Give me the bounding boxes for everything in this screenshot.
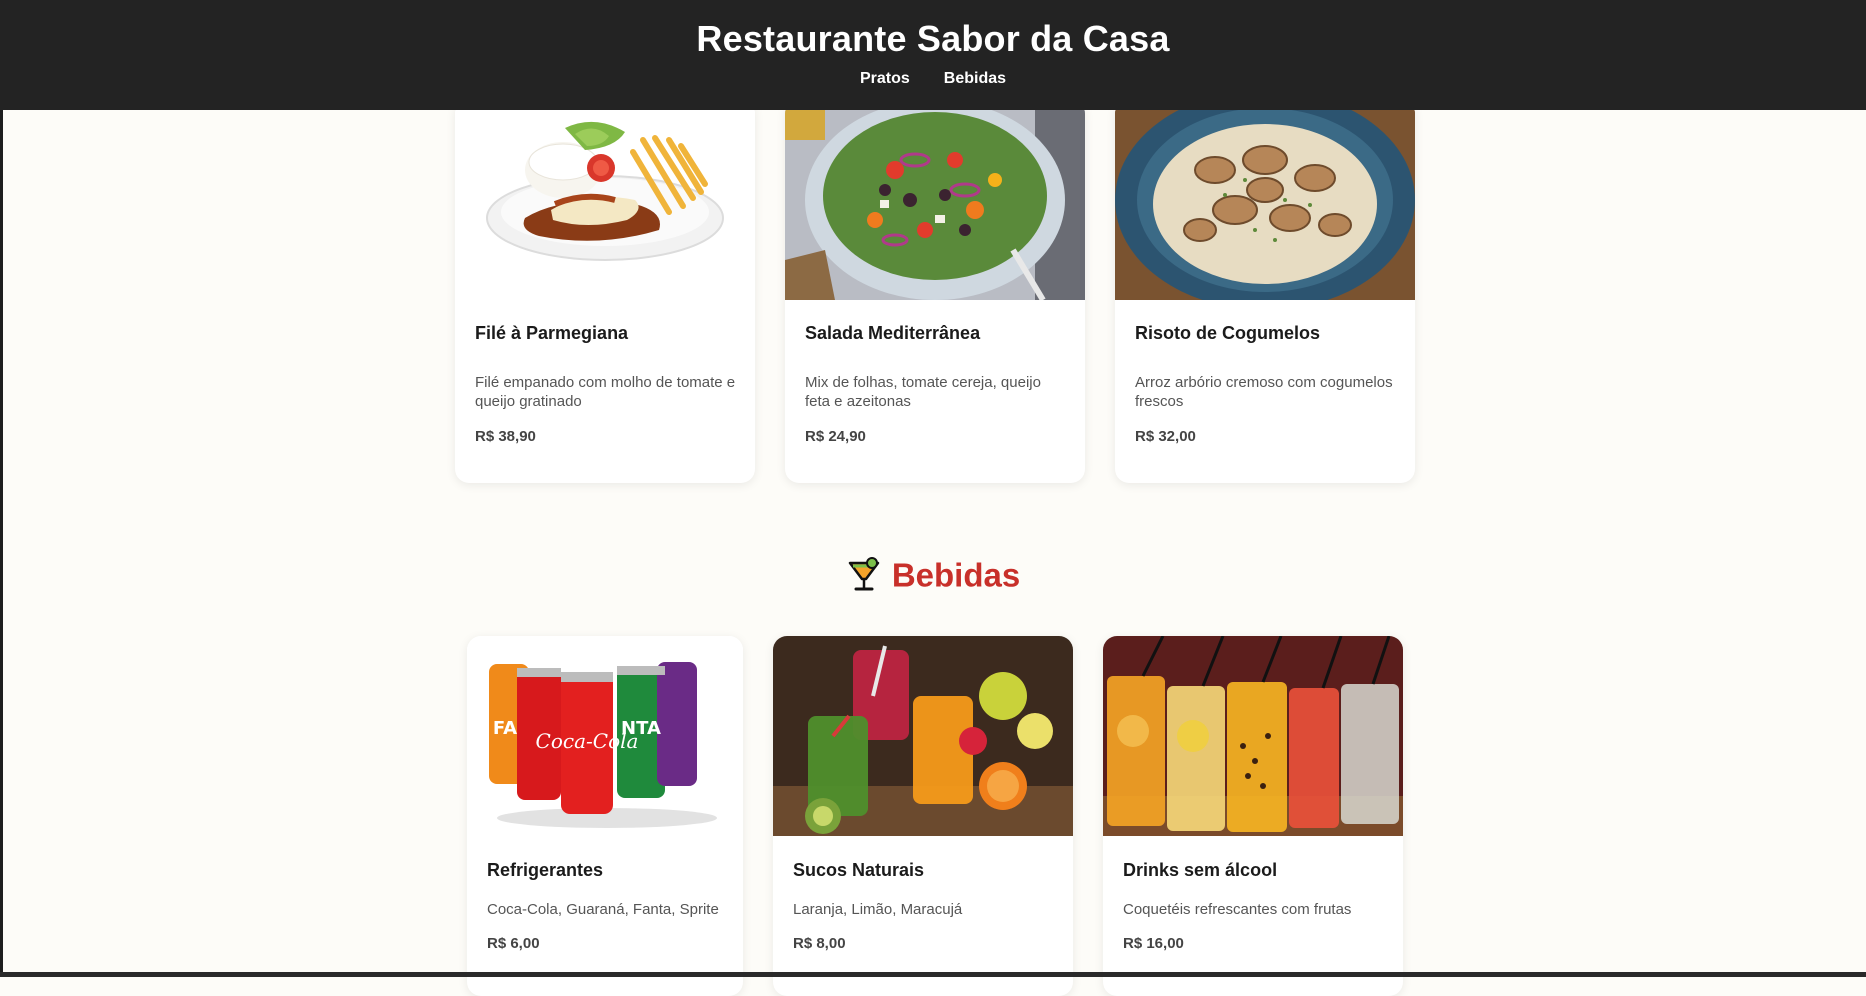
card-title: Risoto de Cogumelos	[1135, 323, 1321, 343]
card-description: Laranja, Limão, Maracujá	[793, 901, 963, 918]
card-description: Filé empanado com molho de tomate e quei…	[475, 374, 736, 410]
parmegiana-plate-image	[455, 100, 755, 300]
card-price: R$ 24,90	[805, 428, 866, 445]
menu-card-refrigerantes[interactable]: Coca-Cola NTA FA Refrigerantes Coca-Cola…	[467, 636, 743, 996]
card-title: Filé à Parmegiana	[475, 323, 629, 343]
svg-text:NTA: NTA	[621, 718, 661, 739]
card-title: Drinks sem álcool	[1123, 860, 1278, 880]
card-title: Sucos Naturais	[793, 860, 925, 880]
card-price: R$ 6,00	[487, 935, 540, 952]
card-price: R$ 16,00	[1123, 935, 1184, 952]
site-header: Restaurante Sabor da Casa Pratos Bebidas	[0, 0, 1866, 110]
cocktail-icon	[846, 555, 882, 601]
card-description: Arroz arbório cremoso com cogumelos fres…	[1135, 374, 1393, 410]
menu-card-risoto-cogumelos[interactable]: Risoto de Cogumelos Arroz arbório cremos…	[1115, 100, 1415, 483]
menu-card-sucos-naturais[interactable]: Sucos Naturais Laranja, Limão, Maracujá …	[773, 636, 1073, 996]
card-price: R$ 8,00	[793, 935, 846, 952]
menu-card-salada-mediterranea[interactable]: Salada Mediterrânea Mix de folhas, tomat…	[785, 100, 1085, 483]
salad-bowl-image	[785, 100, 1085, 300]
card-price: R$ 38,90	[475, 428, 536, 445]
soda-cans-image: Coca-Cola NTA FA	[467, 636, 743, 836]
nav-link-bebidas[interactable]: Bebidas	[944, 70, 1006, 88]
site-title: Restaurante Sabor da Casa	[696, 18, 1170, 59]
card-description: Coquetéis refrescantes com frutas	[1123, 901, 1352, 918]
window-bottom-edge	[0, 972, 1866, 977]
mocktails-image	[1103, 636, 1403, 836]
fruit-juices-image	[773, 636, 1073, 836]
svg-text:FA: FA	[493, 718, 517, 739]
section-title: Bebidas	[891, 556, 1021, 594]
mushroom-risotto-image	[1115, 100, 1415, 300]
window-left-edge	[0, 0, 3, 977]
card-description: Coca-Cola, Guaraná, Fanta, Sprite	[487, 901, 719, 918]
menu-card-drinks-sem-alcool[interactable]: Drinks sem álcool Coquetéis refrescantes…	[1103, 636, 1403, 996]
browser-page: Restaurante Sabor da Casa Pratos Bebidas	[0, 0, 1866, 996]
section-heading-bebidas: Bebidas	[0, 555, 1866, 601]
card-price: R$ 32,00	[1135, 428, 1196, 445]
main-nav: Pratos Bebidas	[0, 70, 1866, 88]
card-title: Refrigerantes	[487, 860, 604, 880]
card-title: Salada Mediterrânea	[805, 323, 981, 343]
menu-card-file-parmegiana[interactable]: Filé à Parmegiana Filé empanado com molh…	[455, 100, 755, 483]
nav-link-pratos[interactable]: Pratos	[860, 70, 910, 88]
card-description: Mix de folhas, tomate cereja, queijo fet…	[805, 374, 1041, 410]
